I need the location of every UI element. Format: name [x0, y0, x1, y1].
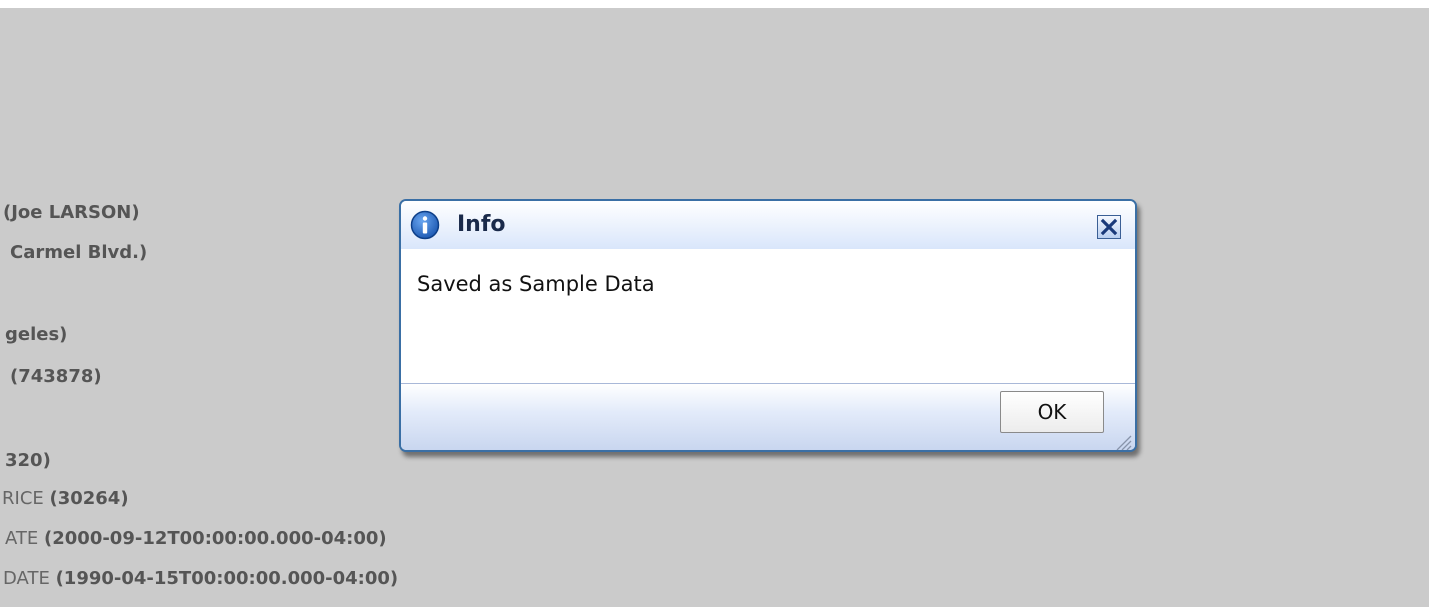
background-field-line: DATE (1990-04-15T00:00:00.000-04:00): [3, 568, 399, 589]
close-button[interactable]: [1097, 215, 1121, 239]
background-field-line: RICE (30264): [2, 488, 129, 509]
background-field-line: (743878): [10, 366, 102, 387]
background-field-line: ATE (2000-09-12T00:00:00.000-04:00): [5, 528, 387, 549]
resize-grip-icon[interactable]: [1111, 430, 1133, 450]
info-dialog: Info Saved as Sample Data OK: [399, 199, 1137, 452]
background-field-line: 320): [5, 450, 51, 471]
background-field-line: Carmel Blvd.): [10, 242, 148, 263]
close-icon: [1098, 216, 1120, 238]
dialog-header[interactable]: Info: [401, 201, 1135, 249]
dialog-title: Info: [457, 212, 506, 237]
info-icon: [410, 210, 440, 240]
background-field-line: (Joe LARSON): [3, 202, 140, 223]
dialog-body: Saved as Sample Data: [401, 249, 1135, 383]
dialog-message: Saved as Sample Data: [417, 272, 655, 296]
ok-button[interactable]: OK: [1000, 391, 1104, 433]
background-field-line: geles): [5, 324, 68, 345]
dialog-footer: OK: [401, 383, 1135, 450]
